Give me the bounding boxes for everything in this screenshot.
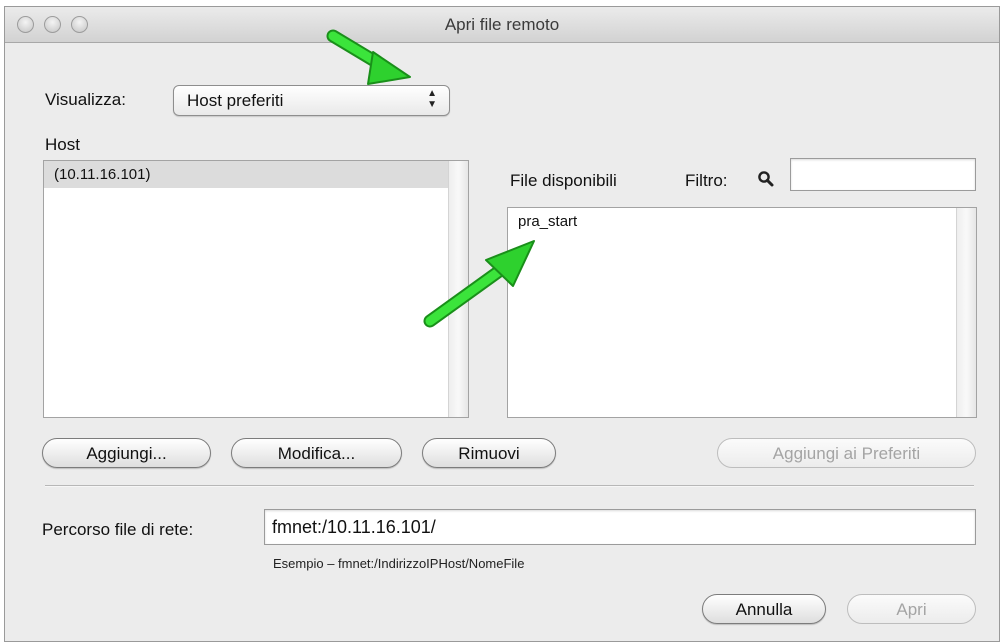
- annotation-arrow-icon: [423, 240, 535, 328]
- path-input[interactable]: [264, 509, 976, 545]
- window-title: Apri file remoto: [444, 15, 560, 34]
- view-select-value: Host preferiti: [187, 91, 284, 110]
- separator: [45, 485, 974, 487]
- host-list[interactable]: (10.11.16.101): [43, 160, 469, 418]
- filter-label: Filtro:: [685, 171, 728, 190]
- files-label: File disponibili: [510, 171, 617, 190]
- edit-host-button[interactable]: Modifica...: [231, 438, 402, 468]
- filter-text-field[interactable]: [791, 159, 975, 190]
- file-list-item[interactable]: pra_start: [508, 208, 956, 235]
- cancel-button[interactable]: Annulla: [702, 594, 826, 624]
- path-example-text: Esempio – fmnet:/IndirizzoIPHost/NomeFil…: [273, 556, 525, 571]
- filter-input[interactable]: [790, 158, 976, 191]
- host-label: Host: [45, 135, 80, 154]
- annotation-arrow-icon: [326, 29, 411, 85]
- path-label: Percorso file di rete:: [42, 520, 194, 539]
- add-to-favorites-button[interactable]: Aggiungi ai Preferiti: [717, 438, 976, 468]
- path-text-field[interactable]: [265, 510, 975, 544]
- open-button[interactable]: Apri: [847, 594, 976, 624]
- files-list-scrollbar[interactable]: [956, 208, 976, 417]
- add-host-button[interactable]: Aggiungi...: [42, 438, 211, 468]
- magnifier-icon: [758, 171, 774, 187]
- view-label: Visualizza:: [45, 90, 126, 109]
- title-bar: Apri file remoto: [5, 7, 999, 43]
- remove-host-button[interactable]: Rimuovi: [422, 438, 556, 468]
- host-list-item[interactable]: (10.11.16.101): [44, 161, 448, 188]
- files-list[interactable]: pra_start: [507, 207, 977, 418]
